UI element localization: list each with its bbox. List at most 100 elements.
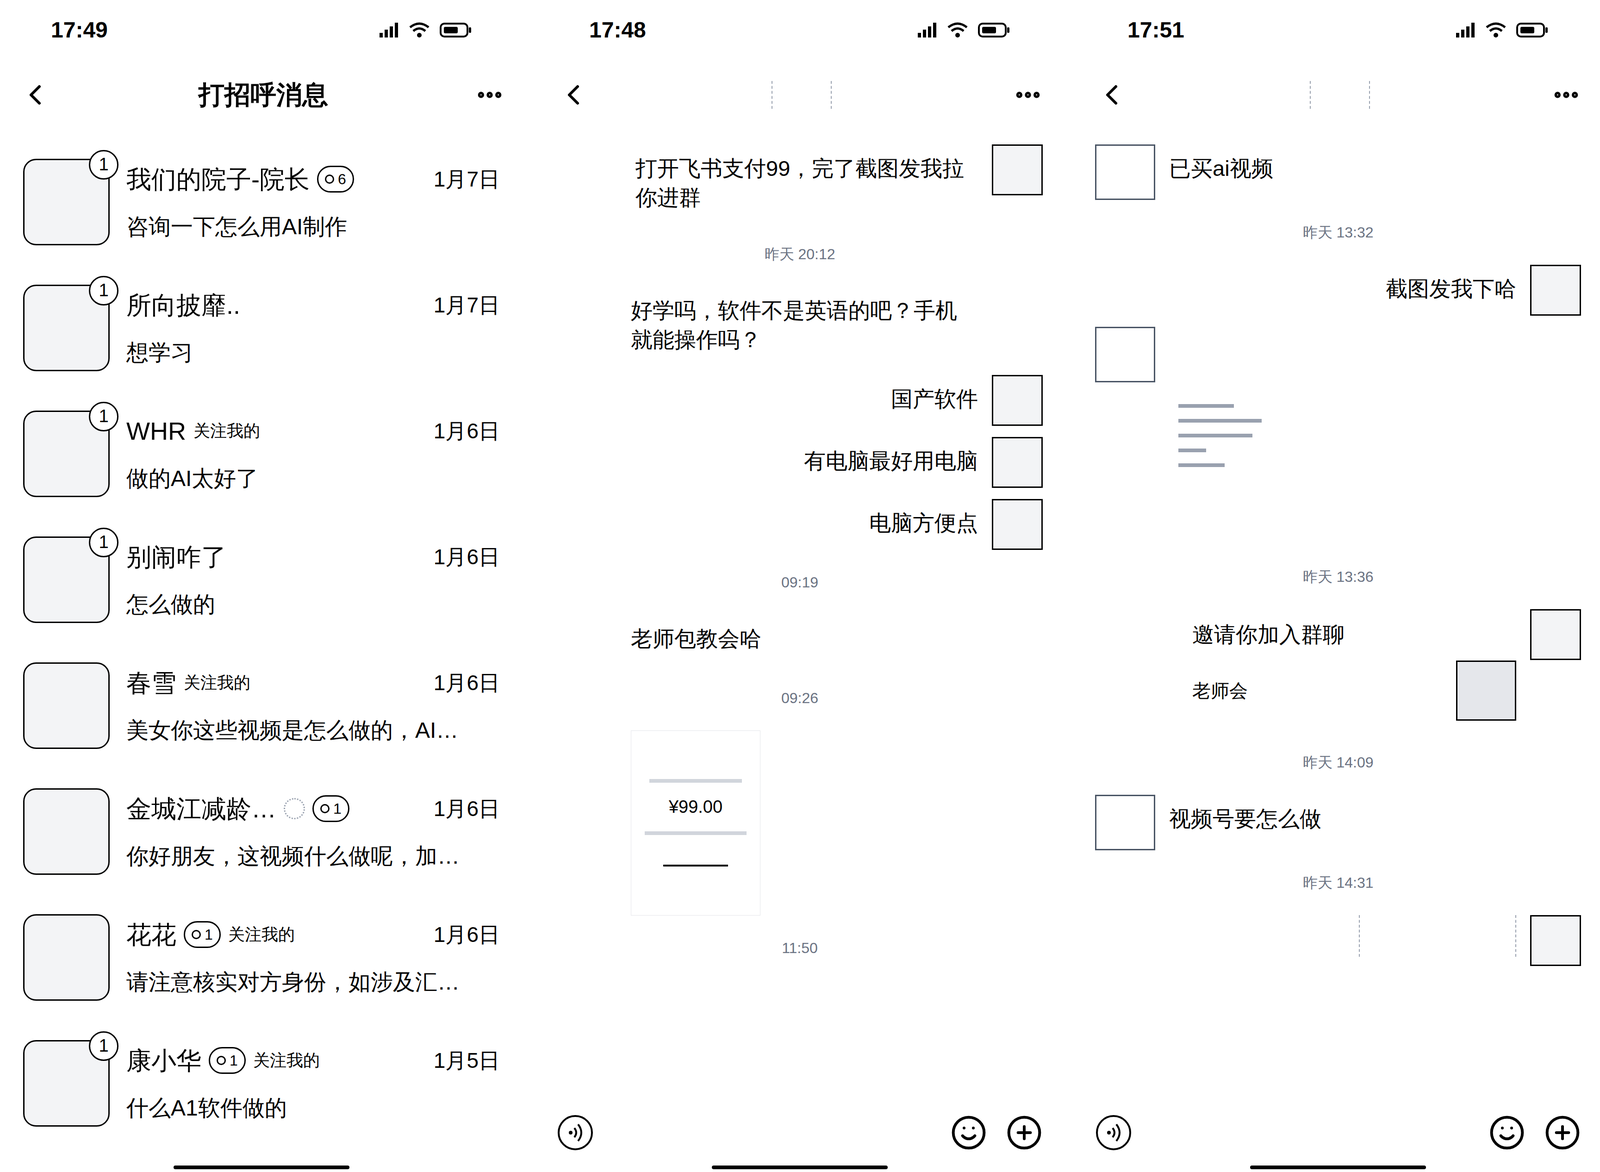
voice-icon[interactable] [556, 1114, 594, 1152]
row-top: 花花1关注我的1月6日 [126, 915, 500, 954]
message-row: 国产软件 [538, 369, 1062, 432]
plus-icon[interactable] [1543, 1114, 1582, 1152]
row-content: 别闹咋了1月6日怎么做的 [126, 538, 500, 622]
message-text[interactable]: 打开飞书支付99，完了截图发我拉你进群 [635, 144, 978, 222]
contact-avatar [23, 914, 110, 1001]
greeting-row[interactable]: 金城江减龄…11月6日你好朋友，这视频什么做呢，加… [0, 768, 523, 895]
greeting-row[interactable]: 春雪关注我的1月6日美女你这些视频是怎么做的，AI… [0, 642, 523, 769]
message-row: 老师包教会哈 [538, 609, 1062, 672]
greeting-row[interactable]: 1WHR关注我的1月6日做的AI太好了 [0, 390, 523, 517]
message-text[interactable]: 电脑方便点 [869, 498, 978, 547]
level-chip: 6 [317, 165, 355, 193]
contact-name: 金城江减龄… [126, 790, 277, 828]
row-message: 怎么做的 [126, 587, 500, 622]
wifi-icon [408, 21, 431, 39]
message-text[interactable]: 视频号要怎么做 [1169, 794, 1322, 843]
group-invite-card[interactable]: 邀请你加入群聊老师会 [1192, 609, 1517, 730]
more-icon[interactable] [1551, 80, 1582, 110]
greeting-row[interactable]: 1所向披靡..1月7日想学习 [0, 264, 523, 391]
signal-icon [378, 21, 399, 39]
emoji-icon[interactable] [950, 1114, 988, 1152]
level-chip: 1 [183, 921, 221, 948]
battery-icon [439, 21, 473, 39]
back-icon[interactable] [1095, 78, 1129, 112]
contact-avatar [23, 662, 110, 749]
row-message: 你好朋友，这视频什么做呢，加… [126, 839, 500, 873]
status-icons [378, 21, 473, 39]
message-row: 邀请你加入群聊老师会 [1076, 603, 1600, 736]
invite-subtitle: 老师会 [1192, 676, 1248, 705]
row-top: 春雪关注我的1月6日 [126, 664, 500, 702]
message-row: 视频号要怎么做 [1076, 789, 1600, 856]
contact-name: WHR [126, 412, 187, 450]
message-text[interactable]: 好学吗，软件不是英语的吧？手机就能操作吗？ [630, 286, 974, 364]
timestamp: 09:26 [538, 671, 1062, 725]
unread-badge: 1 [88, 527, 119, 558]
row-message: 请注意核实对方身份，如涉及汇… [126, 965, 500, 999]
chat-screen: 17:48打开飞书支付99，完了截图发我拉你进群昨天 20:12好学吗，软件不是… [538, 0, 1062, 1172]
emoji-icon[interactable] [1488, 1114, 1526, 1152]
back-icon[interactable] [556, 78, 591, 112]
message-text[interactable]: 老师包教会哈 [630, 614, 762, 663]
screenshot-collage: 17:49打招呼消息1我们的院子-院长61月7日咨询一下怎么用AI制作1所向披靡… [0, 0, 1600, 1172]
more-icon[interactable] [1013, 80, 1043, 110]
message-list: 已买ai视频昨天 13:32截图发我下哈昨天 13:36邀请你加入群聊老师会昨天… [1076, 129, 1600, 1094]
message-row: 好学吗，软件不是英语的吧？手机就能操作吗？ [538, 280, 1062, 370]
timestamp: 11:50 [538, 921, 1062, 975]
dotted-icon [283, 797, 306, 820]
message-row [1076, 909, 1600, 972]
row-date: 1月7日 [433, 289, 500, 322]
row-date: 1月6日 [433, 666, 500, 699]
input-bar [538, 1093, 1062, 1172]
status-time: 17:51 [1127, 13, 1185, 47]
level-chip: 1 [312, 795, 350, 822]
timestamp: 昨天 13:36 [1076, 549, 1600, 604]
message-row: ¥99.00 [538, 724, 1062, 922]
wifi-icon [1484, 21, 1507, 39]
message-row: 电脑方便点 [538, 493, 1062, 556]
greeting-row[interactable]: 1康小华1关注我的1月5日什么A1软件做的 [0, 1020, 523, 1146]
voice-icon[interactable] [1095, 1114, 1133, 1152]
row-date: 1月6日 [433, 415, 500, 448]
row-content: 康小华1关注我的1月5日什么A1软件做的 [126, 1041, 500, 1125]
invite-body: 老师会 [1192, 660, 1517, 721]
header [1076, 60, 1600, 130]
message-text[interactable]: 国产软件 [890, 374, 978, 423]
invite-title: 邀请你加入群聊 [1192, 618, 1517, 652]
group-thumbnail [1456, 660, 1517, 721]
contact-avatar [1095, 794, 1156, 851]
row-top: WHR关注我的1月6日 [126, 412, 500, 450]
message-row: 打开飞书支付99，完了截图发我拉你进群 [538, 138, 1062, 228]
unread-badge: 1 [88, 275, 119, 306]
blurred-message[interactable] [1358, 915, 1517, 957]
screenshot-line [1178, 433, 1253, 438]
message-text[interactable]: 截图发我下哈 [1385, 264, 1517, 313]
my-avatar [991, 374, 1043, 426]
home-indicator [711, 1165, 888, 1170]
message-text[interactable]: 已买ai视频 [1169, 144, 1274, 193]
follow-tag: 关注我的 [253, 1047, 320, 1073]
row-top: 我们的院子-院长61月7日 [126, 160, 500, 199]
timestamp: 昨天 14:31 [1076, 855, 1600, 910]
image-message[interactable] [1169, 326, 1271, 545]
message-row: 截图发我下哈 [1076, 259, 1600, 322]
row-content: WHR关注我的1月6日做的AI太好了 [126, 412, 500, 496]
screenshot-line [649, 778, 742, 783]
level-icon [216, 1055, 226, 1065]
greeting-row[interactable]: 花花1关注我的1月6日请注意核实对方身份，如涉及汇… [0, 894, 523, 1021]
contact-name: 别闹咋了 [126, 538, 227, 576]
timestamp: 09:19 [538, 555, 1062, 610]
contact-name: 花花 [126, 915, 177, 954]
back-icon[interactable] [18, 78, 52, 112]
payment-screenshot[interactable]: ¥99.00 [630, 730, 761, 916]
greeting-row[interactable]: 1别闹咋了1月6日怎么做的 [0, 516, 523, 643]
message-text[interactable]: 有电脑最好用电脑 [803, 436, 978, 485]
row-message: 想学习 [126, 336, 500, 370]
message-row: 已买ai视频 [1076, 138, 1600, 206]
more-icon[interactable] [474, 80, 505, 110]
plus-icon[interactable] [1005, 1114, 1043, 1152]
greeting-row[interactable]: 1我们的院子-院长61月7日咨询一下怎么用AI制作 [0, 138, 523, 265]
row-top: 康小华1关注我的1月5日 [126, 1041, 500, 1080]
row-message: 咨询一下怎么用AI制作 [126, 210, 500, 244]
payment-amount: ¥99.00 [668, 793, 723, 821]
